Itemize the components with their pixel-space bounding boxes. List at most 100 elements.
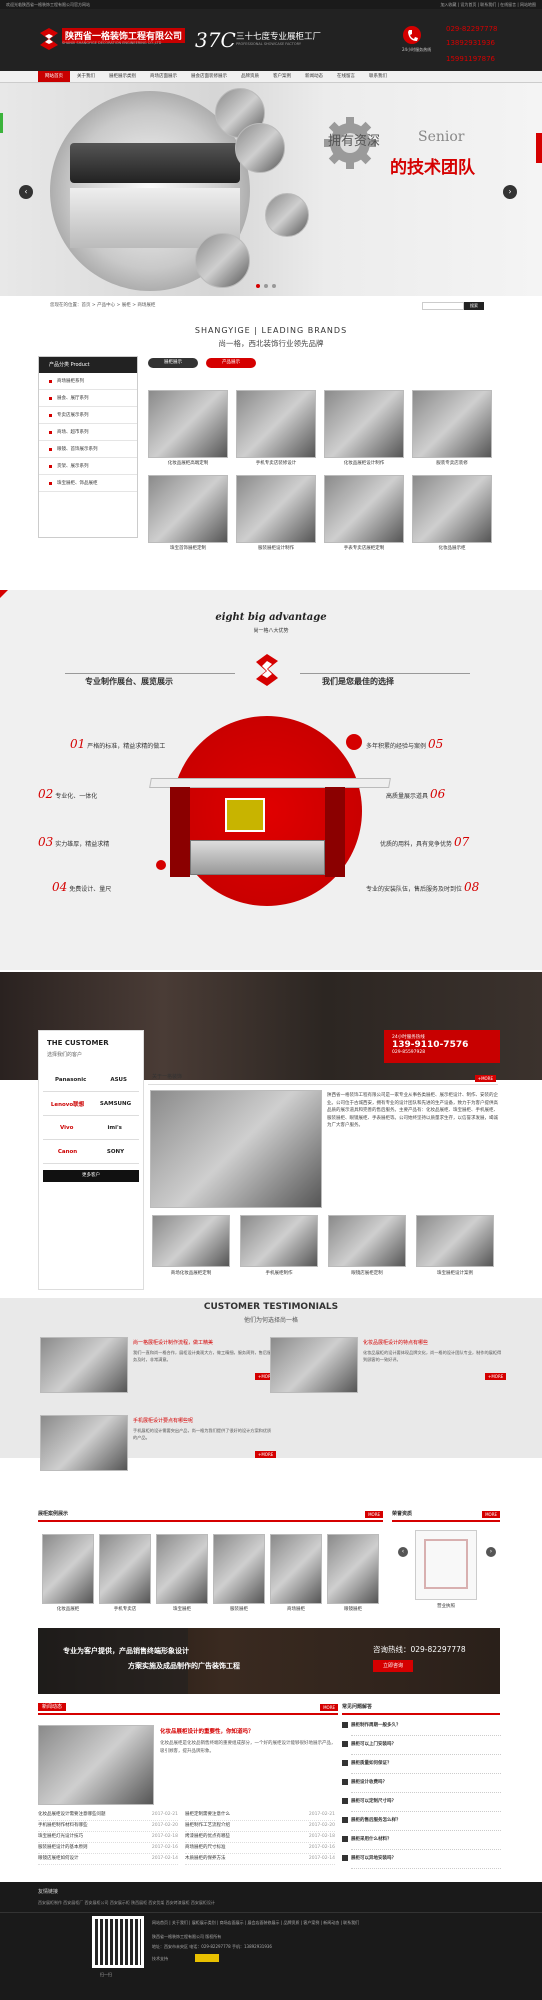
testimonial-photo[interactable] bbox=[40, 1415, 128, 1471]
brand-logo[interactable]: SONY bbox=[107, 1149, 124, 1155]
case-gallery-caption[interactable]: 眼镜展柜 bbox=[327, 1606, 379, 1612]
product-photo[interactable] bbox=[412, 475, 492, 543]
case-caption[interactable]: 珠宝展柜设计案例 bbox=[416, 1270, 494, 1276]
news-item[interactable]: 展柜定制需要注意什么 2017-02-21 bbox=[185, 1810, 335, 1821]
sidebar-item[interactable]: 商场、超市系列 bbox=[39, 424, 137, 441]
news-item[interactable]: 烤漆展柜的优点有哪些 2017-02-18 bbox=[185, 1832, 335, 1843]
brand-logo[interactable]: imi's bbox=[107, 1125, 121, 1131]
nav-item[interactable]: 展柜展示类别 bbox=[102, 71, 143, 82]
top-link-contact[interactable]: 联系我们 bbox=[480, 2, 496, 7]
product-caption[interactable]: 化妆品展柜设计制作 bbox=[324, 460, 404, 466]
product-caption[interactable]: 化妆品展柜高端定制 bbox=[148, 460, 228, 466]
case-caption[interactable]: 眼镜店展柜定制 bbox=[328, 1270, 406, 1276]
side-float-service[interactable] bbox=[536, 133, 542, 163]
license-photo[interactable] bbox=[415, 1530, 477, 1600]
product-caption[interactable]: 服装展柜设计制作 bbox=[236, 545, 316, 551]
case-main-photo[interactable] bbox=[150, 1090, 322, 1208]
news-item-title[interactable]: 展柜制作工艺流程介绍 bbox=[185, 1821, 230, 1831]
slide-dot[interactable] bbox=[272, 284, 276, 288]
consult-button[interactable]: 立即咨询 bbox=[373, 1660, 413, 1672]
slide-dot[interactable] bbox=[256, 284, 260, 288]
side-float-tab[interactable] bbox=[0, 113, 3, 133]
product-photo[interactable] bbox=[148, 390, 228, 458]
case-gallery-caption[interactable]: 珠宝展柜 bbox=[156, 1606, 208, 1612]
product-caption[interactable]: 服装专卖店装修 bbox=[412, 460, 492, 466]
case-caption[interactable]: 手机展柜制作 bbox=[240, 1270, 318, 1276]
product-photo[interactable] bbox=[324, 475, 404, 543]
top-link-home[interactable]: 设为首页 bbox=[460, 2, 476, 7]
product-photo[interactable] bbox=[324, 390, 404, 458]
logo-icon[interactable] bbox=[38, 27, 60, 51]
more-customers-button[interactable]: 更多客户 bbox=[43, 1170, 139, 1182]
testimonial-title[interactable]: 手机展柜设计要点有哪些呢 bbox=[133, 1417, 273, 1424]
news-more-button[interactable]: MORE bbox=[320, 1704, 338, 1711]
brand-logo[interactable]: Canon bbox=[58, 1149, 77, 1155]
case-gallery-photo[interactable] bbox=[270, 1534, 322, 1604]
top-link-favorite[interactable]: 加入收藏 bbox=[440, 2, 456, 7]
news-feature-photo[interactable] bbox=[38, 1725, 154, 1805]
news-item[interactable]: 服装展柜设计的基本原则 2017-02-16 bbox=[38, 1843, 178, 1854]
brand-logo[interactable]: Lenovo联想 bbox=[51, 1100, 84, 1108]
case-gallery-caption[interactable]: 商场展柜 bbox=[270, 1606, 322, 1612]
nav-item[interactable]: 新闻动态 bbox=[298, 71, 330, 82]
product-photo[interactable] bbox=[236, 475, 316, 543]
news-item-title[interactable]: 眼镜店展柜如何设计 bbox=[38, 1854, 79, 1864]
news-item[interactable]: 眼镜店展柜如何设计 2017-02-14 bbox=[38, 1854, 178, 1865]
honor-prev-icon[interactable]: ‹ bbox=[398, 1547, 408, 1557]
top-link-sitemap[interactable]: 网站地图 bbox=[520, 2, 536, 7]
case-gallery-photo[interactable] bbox=[327, 1534, 379, 1604]
news-feature-title[interactable]: 化妆品展柜设计的重要性，你知道吗？ bbox=[160, 1727, 254, 1735]
testimonial-photo[interactable] bbox=[270, 1337, 358, 1393]
brand-logo[interactable]: ASUS bbox=[110, 1077, 127, 1083]
tab-products[interactable]: 产品展示 bbox=[206, 358, 256, 368]
top-link-message[interactable]: 在线留言 bbox=[500, 2, 516, 7]
nav-item[interactable]: 客户案例 bbox=[266, 71, 298, 82]
brand-logo[interactable]: Panasonic bbox=[55, 1077, 86, 1083]
faq-question[interactable]: 展柜质量如何保证？ bbox=[351, 1760, 392, 1766]
news-item-title[interactable]: 烤漆展柜的优点有哪些 bbox=[185, 1832, 230, 1842]
prev-arrow-icon[interactable]: ‹ bbox=[19, 185, 33, 199]
brand-logo[interactable]: Vivo bbox=[60, 1125, 73, 1131]
news-item[interactable]: 手机展柜制作材料有哪些 2017-02-20 bbox=[38, 1821, 178, 1832]
product-caption[interactable]: 化妆品展示柜 bbox=[412, 545, 492, 551]
case-gallery-photo[interactable] bbox=[42, 1534, 94, 1604]
testimonial-title[interactable]: 尚一格展柜设计制作流程，做工精美 bbox=[133, 1339, 273, 1346]
news-item-title[interactable]: 木质展柜的保养方法 bbox=[185, 1854, 226, 1864]
news-item-title[interactable]: 展柜定制需要注意什么 bbox=[185, 1810, 230, 1820]
nav-item[interactable]: 在线留言 bbox=[330, 71, 362, 82]
case-photo[interactable] bbox=[152, 1215, 230, 1267]
case-photo[interactable] bbox=[416, 1215, 494, 1267]
news-item[interactable]: 商场展柜的尺寸标准 2017-02-16 bbox=[185, 1843, 335, 1854]
honor-next-icon[interactable]: › bbox=[486, 1547, 496, 1557]
slide-dot[interactable] bbox=[264, 284, 268, 288]
testimonial-more-button[interactable]: +MORE bbox=[255, 1451, 277, 1458]
news-item-title[interactable]: 服装展柜设计的基本原则 bbox=[38, 1843, 88, 1853]
news-item-title[interactable]: 珠宝展柜灯光设计技巧 bbox=[38, 1832, 83, 1842]
product-caption[interactable]: 珠宝首饰展柜定制 bbox=[148, 545, 228, 551]
badge-icon[interactable] bbox=[195, 1954, 219, 1962]
product-photo[interactable] bbox=[236, 390, 316, 458]
footer-nav[interactable]: 网站首页 | 关于我们 | 展柜展示类别 | 商场店面展示 | 展会店面装修展示… bbox=[152, 1920, 502, 1926]
case-photo[interactable] bbox=[240, 1215, 318, 1267]
nav-item[interactable]: 联系我们 bbox=[362, 71, 394, 82]
faq-question[interactable]: 展柜可以上门安装吗？ bbox=[351, 1741, 396, 1747]
search-input[interactable] bbox=[422, 302, 464, 310]
product-photo[interactable] bbox=[148, 475, 228, 543]
sidebar-item[interactable]: 商场展柜系列 bbox=[39, 373, 137, 390]
nav-item[interactable]: 展会店面装修展示 bbox=[184, 71, 234, 82]
search-button[interactable]: 搜索 bbox=[464, 302, 484, 310]
brand-logo[interactable]: SAMSUNG bbox=[100, 1101, 131, 1107]
faq-question[interactable]: 展柜设计收费吗？ bbox=[351, 1779, 387, 1785]
sidebar-item[interactable]: 眼镜、首饰展示系列 bbox=[39, 441, 137, 458]
testimonial-more-button[interactable]: +MORE bbox=[485, 1373, 507, 1380]
case-caption[interactable]: 商场化妆品展柜定制 bbox=[152, 1270, 230, 1276]
product-photo[interactable] bbox=[412, 390, 492, 458]
faq-question[interactable]: 展柜采用什么材料？ bbox=[351, 1836, 392, 1842]
honor-more-button[interactable]: MORE bbox=[482, 1511, 500, 1518]
nav-item[interactable]: 品牌资质 bbox=[234, 71, 266, 82]
sidebar-item[interactable]: 珠宝展柜、饰品展柜 bbox=[39, 475, 137, 492]
sidebar-item[interactable]: 货架、展示系列 bbox=[39, 458, 137, 475]
next-arrow-icon[interactable]: › bbox=[503, 185, 517, 199]
faq-question[interactable]: 展柜制作周期一般多久？ bbox=[351, 1722, 401, 1728]
news-item-title[interactable]: 化妆品展柜设计需要注意哪些问题 bbox=[38, 1810, 106, 1820]
